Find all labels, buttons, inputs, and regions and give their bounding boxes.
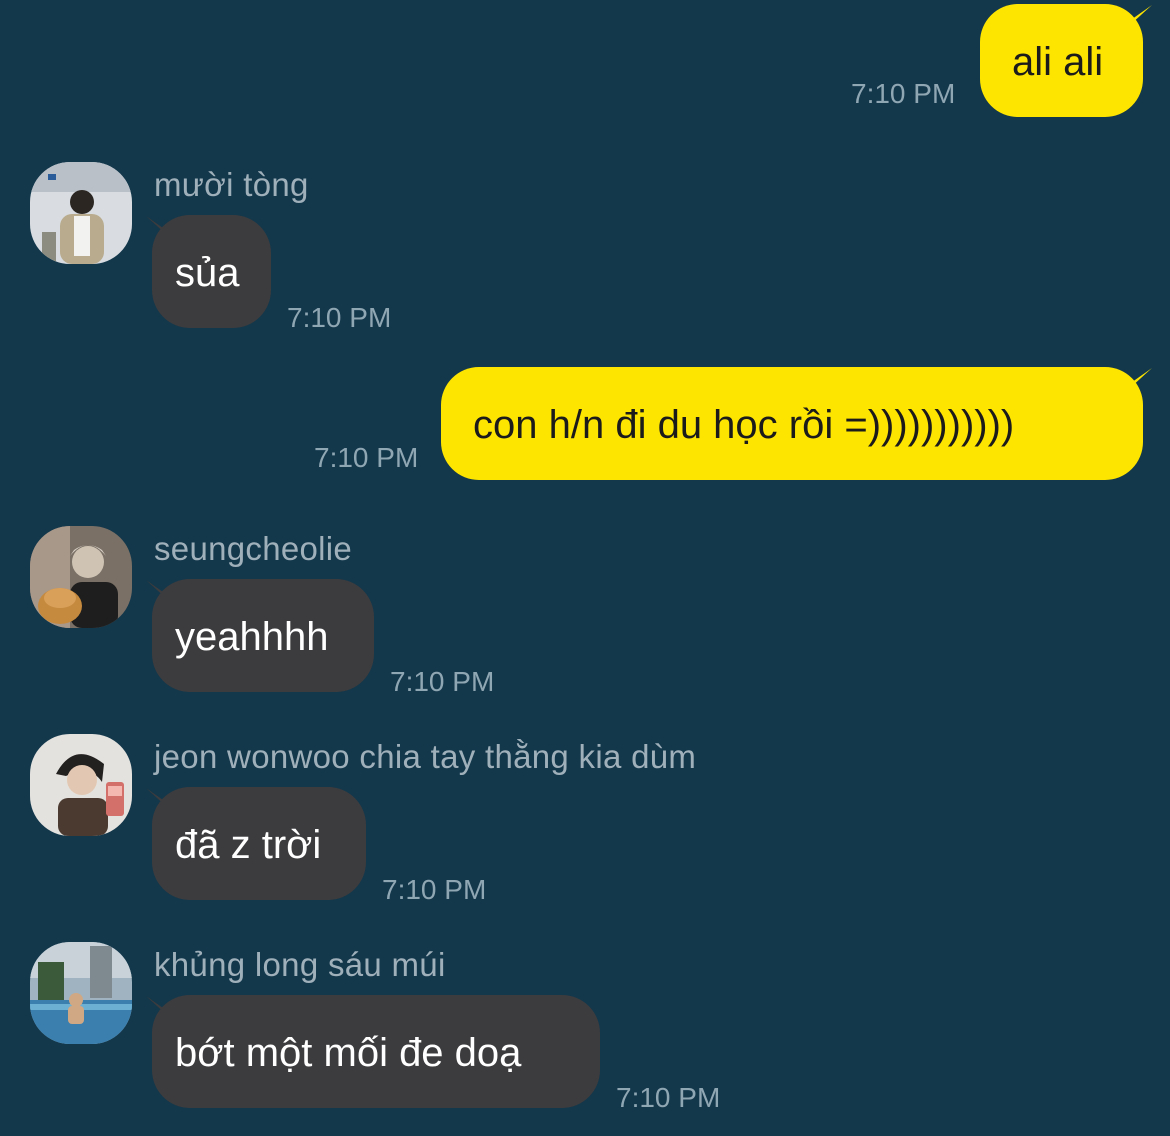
message-timestamp: 7:10 PM xyxy=(287,302,392,333)
message-timestamp: 7:10 PM xyxy=(616,1082,721,1113)
message-text: yeahhhh xyxy=(175,615,329,659)
sender-name: jeon wonwoo chia tay thằng kia dùm xyxy=(154,738,697,775)
avatar[interactable] xyxy=(30,942,132,1044)
sender-name: khủng long sáu múi xyxy=(154,946,446,983)
message-bubble[interactable]: ali ali xyxy=(980,4,1143,117)
message-text: ali ali xyxy=(1012,40,1104,84)
sender-name: mười tòng xyxy=(154,166,309,203)
avatar[interactable] xyxy=(30,734,132,836)
profile-photo-icon xyxy=(30,734,132,836)
message-bubble[interactable]: yeahhhh xyxy=(152,579,374,692)
message-bubble[interactable]: đã z trời xyxy=(152,787,366,900)
message-bubble[interactable]: sủa xyxy=(152,215,271,328)
profile-photo-icon xyxy=(30,942,132,1044)
sender-name: seungcheolie xyxy=(154,530,353,567)
message-text: bớt một mối đe doạ xyxy=(175,1031,522,1075)
message-timestamp: 7:10 PM xyxy=(851,78,956,109)
message-timestamp: 7:10 PM xyxy=(382,874,487,905)
avatar[interactable] xyxy=(30,162,132,264)
message-bubble[interactable]: con h/n đi du học rồi =))))))))))) xyxy=(441,367,1143,480)
message-text: đã z trời xyxy=(175,823,322,867)
message-text: sủa xyxy=(175,251,240,295)
message-bubble[interactable]: bớt một mối đe doạ xyxy=(152,995,600,1108)
profile-photo-icon xyxy=(30,162,132,264)
message-text: con h/n đi du học rồi =))))))))))) xyxy=(473,403,1015,447)
profile-photo-icon xyxy=(30,526,132,628)
chat-screen: { "colors": { "background": "#13374b", "… xyxy=(0,0,1170,1136)
message-timestamp: 7:10 PM xyxy=(390,666,495,697)
avatar[interactable] xyxy=(30,526,132,628)
message-timestamp: 7:10 PM xyxy=(314,442,419,473)
